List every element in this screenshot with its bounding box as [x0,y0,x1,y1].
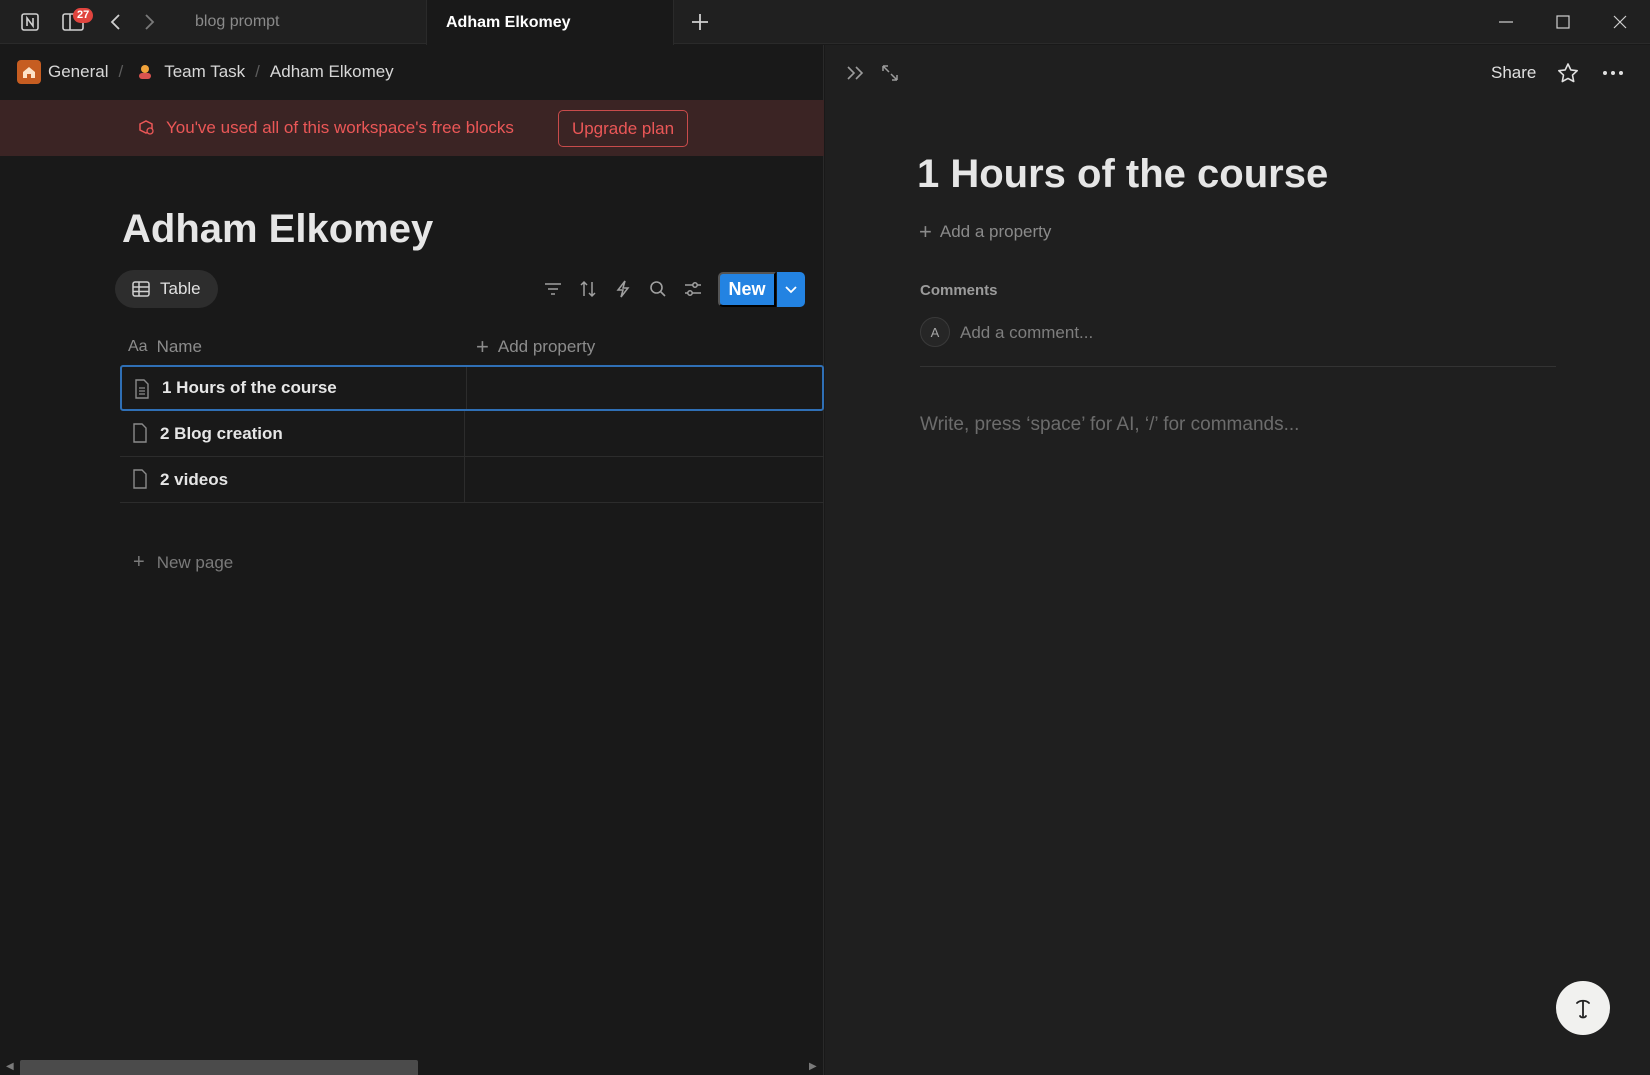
horizontal-scrollbar[interactable]: ◀ ▶ [0,1056,824,1075]
page-title[interactable]: Adham Elkomey [122,207,433,252]
tab-blog-prompt[interactable]: blog prompt [180,0,425,44]
table-icon [132,281,150,297]
new-button[interactable]: New [718,272,776,307]
maximize-icon[interactable] [1535,0,1591,44]
database-pane: General / Team Task / Adham Elkomey You'… [0,45,824,1075]
tab-label: blog prompt [195,13,280,30]
title-bar: 27 blog prompt Adham Elkomey [0,0,1650,45]
avatar: A [920,317,950,347]
free-blocks-banner: You've used all of this workspace's free… [0,100,824,156]
row-name[interactable]: 2 Blog creation [120,411,465,456]
plus-icon: + [133,551,145,573]
expand-icon[interactable] [877,60,903,86]
help-icon[interactable] [1556,981,1610,1035]
table-view-tab[interactable]: Table [115,270,218,308]
notion-logo-icon[interactable] [16,8,44,36]
scrollbar-thumb[interactable] [20,1060,418,1075]
add-property-label: Add a property [939,222,1052,241]
forward-icon[interactable] [136,8,164,36]
home-icon [17,60,41,84]
automation-icon[interactable] [610,276,636,302]
team-icon [133,60,157,84]
new-page-label: New page [156,552,234,572]
add-tab-icon[interactable] [686,8,714,36]
collapse-panel-icon[interactable] [843,60,869,86]
breadcrumb-separator: / [118,62,124,81]
scroll-left-icon[interactable]: ◀ [6,1061,14,1072]
breadcrumb-separator: / [255,62,260,81]
filter-icon[interactable] [540,276,566,302]
minimize-icon[interactable] [1478,0,1534,44]
settings-icon[interactable] [680,276,706,302]
column-label: Add property [497,337,596,356]
text-type-icon: Aa [128,338,148,355]
more-icon[interactable] [1600,60,1626,86]
breadcrumb-general[interactable]: General [48,62,108,82]
scroll-right-icon[interactable]: ▶ [809,1061,817,1072]
table-row[interactable]: 2 videos [120,457,824,503]
divider [920,366,1556,367]
row-name[interactable]: 1 Hours of the course [122,367,467,409]
add-property-column[interactable]: + Add property [476,327,595,367]
detail-page-title[interactable]: 1 Hours of the course [917,152,1328,197]
chevron-down-icon[interactable] [777,272,805,307]
share-button[interactable]: Share [1491,63,1536,83]
plus-icon: + [919,219,932,244]
table-row[interactable]: 1 Hours of the course [120,365,824,411]
add-property-button[interactable]: + Add a property [919,219,1051,245]
search-icon[interactable] [645,276,671,302]
tab-label: Adham Elkomey [446,13,571,31]
close-icon[interactable] [1592,0,1648,44]
sort-icon[interactable] [575,276,601,302]
banner-message: You've used all of this workspace's free… [166,118,514,137]
plus-icon: + [476,334,489,359]
table-row[interactable]: 2 Blog creation [120,411,824,457]
tab-adham-elkomey[interactable]: Adham Elkomey [426,0,674,45]
row-name[interactable]: 2 videos [120,457,465,502]
back-icon[interactable] [101,8,129,36]
comment-input[interactable]: Add a comment... [960,323,1093,343]
star-icon[interactable] [1555,60,1581,86]
view-label: Table [160,279,201,298]
breadcrumb: General / Team Task / Adham Elkomey [17,58,394,86]
column-label: Name [156,337,202,356]
upgrade-plan-button[interactable]: Upgrade plan [558,110,688,147]
column-header-name[interactable]: Aa Name [128,327,202,367]
comments-heading: Comments [920,282,998,299]
new-page-button[interactable]: + New page [133,551,233,574]
breadcrumb-adham-elkomey[interactable]: Adham Elkomey [270,62,394,82]
breadcrumb-team-task[interactable]: Team Task [164,62,245,82]
page-peek-panel: Share 1 Hours of the course + Add a prop… [825,45,1650,1075]
editor-placeholder[interactable]: Write, press ‘space’ for AI, ‘/’ for com… [920,414,1299,436]
warning-icon [137,118,155,136]
notification-badge: 27 [73,8,94,23]
